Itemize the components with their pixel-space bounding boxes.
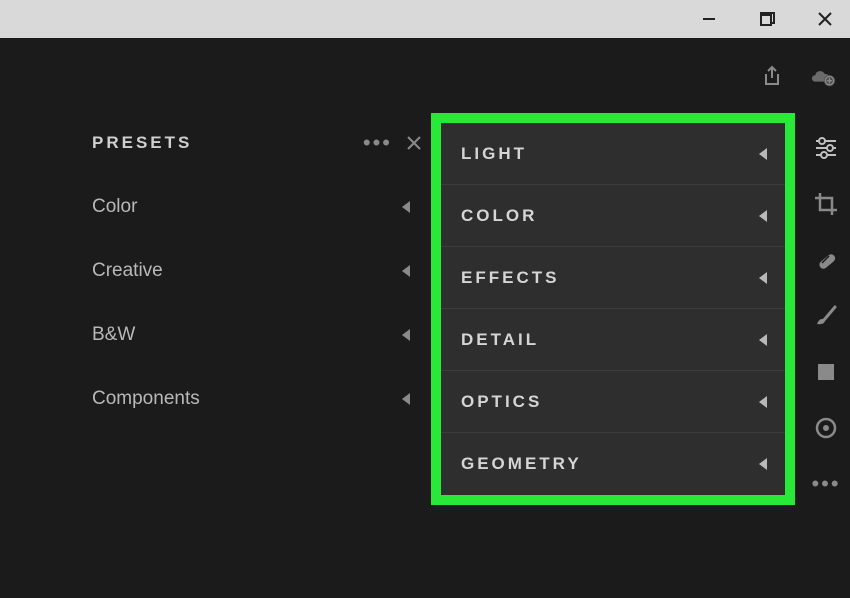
edit-panel-optics[interactable]: OPTICS	[441, 371, 785, 433]
minimize-button[interactable]	[694, 4, 724, 34]
preset-label: Components	[92, 388, 200, 410]
close-button[interactable]	[810, 4, 840, 34]
more-icon[interactable]: •••	[811, 469, 841, 499]
sliders-icon[interactable]	[811, 133, 841, 163]
presets-header: PRESETS •••	[92, 133, 422, 153]
edit-panel-label: EFFECTS	[461, 268, 559, 288]
preset-label: Color	[92, 196, 137, 218]
collapse-icon	[759, 272, 767, 284]
edit-panels-highlighted: LIGHT COLOR EFFECTS DETAIL OPTICS GEOMET…	[431, 113, 795, 505]
brush-icon[interactable]	[811, 301, 841, 331]
collapse-icon	[759, 458, 767, 470]
share-icon[interactable]	[758, 62, 786, 90]
edit-panel-geometry[interactable]: GEOMETRY	[441, 433, 785, 495]
collapse-icon	[759, 396, 767, 408]
preset-group-creative[interactable]: Creative	[92, 239, 422, 303]
edit-panel-label: OPTICS	[461, 392, 542, 412]
radial-gradient-icon[interactable]	[811, 413, 841, 443]
heal-icon[interactable]	[811, 245, 841, 275]
linear-gradient-icon[interactable]	[811, 357, 841, 387]
top-icon-row	[758, 56, 850, 96]
collapse-icon	[402, 265, 410, 277]
collapse-icon	[759, 334, 767, 346]
edit-panel-effects[interactable]: EFFECTS	[441, 247, 785, 309]
cloud-sync-icon[interactable]	[808, 62, 836, 90]
edit-panel-label: LIGHT	[461, 144, 527, 164]
collapse-icon	[402, 329, 410, 341]
maximize-button[interactable]	[752, 4, 782, 34]
edit-panel-light[interactable]: LIGHT	[441, 123, 785, 185]
edit-panel-color[interactable]: COLOR	[441, 185, 785, 247]
edit-panel-label: DETAIL	[461, 330, 539, 350]
edit-panel-label: COLOR	[461, 206, 537, 226]
preset-group-bw[interactable]: B&W	[92, 303, 422, 367]
preset-group-color[interactable]: Color	[92, 175, 422, 239]
presets-more-icon[interactable]: •••	[363, 140, 392, 146]
collapse-icon	[402, 393, 410, 405]
window-titlebar	[0, 0, 850, 38]
preset-label: Creative	[92, 260, 163, 282]
presets-title: PRESETS	[92, 133, 192, 153]
crop-icon[interactable]	[811, 189, 841, 219]
edit-panel-detail[interactable]: DETAIL	[441, 309, 785, 371]
preset-group-components[interactable]: Components	[92, 367, 422, 431]
app-body: PRESETS ••• Color Creative B&W Component…	[0, 38, 850, 598]
collapse-icon	[759, 148, 767, 160]
edit-panel-label: GEOMETRY	[461, 454, 582, 474]
presets-panel: PRESETS ••• Color Creative B&W Component…	[92, 133, 422, 431]
right-toolbar: •••	[802, 133, 850, 499]
collapse-icon	[402, 201, 410, 213]
preset-label: B&W	[92, 324, 135, 346]
collapse-icon	[759, 210, 767, 222]
close-presets-icon[interactable]	[406, 135, 422, 151]
